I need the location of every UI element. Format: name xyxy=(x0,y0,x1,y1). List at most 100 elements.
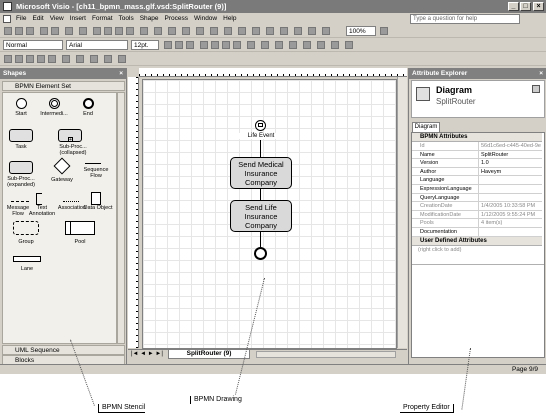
properties-icon[interactable] xyxy=(532,85,540,93)
line-weight-icon[interactable] xyxy=(289,41,297,49)
vertical-scrollbar[interactable] xyxy=(397,77,407,348)
copy-icon[interactable] xyxy=(104,27,112,35)
align-right-icon[interactable] xyxy=(222,41,230,49)
group-shape[interactable] xyxy=(13,221,39,235)
attribute-row[interactable]: ModificationDate 1/12/2005 9:55:24 PM xyxy=(412,210,542,220)
font-size-select[interactable]: 12pt. xyxy=(131,40,159,50)
new-icon[interactable] xyxy=(4,27,12,35)
menu-shape[interactable]: Shape xyxy=(137,13,162,25)
text-tool-icon[interactable] xyxy=(266,27,274,35)
section-bpmn-attributes[interactable]: BPMN Attributes xyxy=(412,133,542,142)
end-shape[interactable] xyxy=(83,98,94,109)
life-event-start[interactable] xyxy=(255,120,266,131)
pool-shape[interactable] xyxy=(65,221,95,235)
fill-color-icon[interactable] xyxy=(275,41,283,49)
help-icon[interactable] xyxy=(380,27,388,35)
redo-icon[interactable] xyxy=(154,27,162,35)
shadow-color-icon[interactable] xyxy=(331,41,339,49)
attribute-row[interactable]: Pools 4 item(s) xyxy=(412,219,542,228)
layers-icon[interactable] xyxy=(196,27,204,35)
sequence-flow-shape[interactable] xyxy=(85,163,101,164)
corner-rounding-icon[interactable] xyxy=(345,41,353,49)
menu-edit[interactable]: Edit xyxy=(29,13,46,25)
save-icon[interactable] xyxy=(26,27,34,35)
line-ends-icon[interactable] xyxy=(317,41,325,49)
menu-format[interactable]: Format xyxy=(89,13,116,25)
attribute-row[interactable]: Version 1.0 xyxy=(412,159,542,168)
print-icon[interactable] xyxy=(40,27,48,35)
subprocess-expanded-shape[interactable] xyxy=(9,161,33,174)
menu-insert[interactable]: Insert xyxy=(67,13,89,25)
attribute-row[interactable]: ExpressionLanguage xyxy=(412,185,542,194)
task-shape[interactable] xyxy=(9,129,33,142)
attribute-row[interactable]: Documentation xyxy=(412,228,542,237)
ellipse-tool-icon[interactable] xyxy=(308,27,316,35)
process-icon-1[interactable] xyxy=(4,55,12,63)
attribute-value[interactable]: Haveym xyxy=(478,167,542,176)
attribute-value[interactable] xyxy=(478,193,542,202)
intermediate-shape[interactable] xyxy=(49,98,60,109)
attribute-value[interactable]: SplitRouter xyxy=(478,150,542,159)
gateway-shape[interactable] xyxy=(53,157,71,175)
spelling-icon[interactable] xyxy=(65,27,73,35)
stencil-bpmn-element-set[interactable]: BPMN Element Set xyxy=(2,81,125,91)
maximize-button[interactable]: □ xyxy=(520,2,531,11)
page-nav-arrows[interactable]: |◄ ◄ ► ►| xyxy=(131,351,163,357)
connector-tool-icon[interactable] xyxy=(252,27,260,35)
process-icon-8[interactable] xyxy=(90,55,98,63)
hyperlink-icon[interactable] xyxy=(168,27,176,35)
attribute-value[interactable]: 4 item(s) xyxy=(478,219,542,228)
menu-view[interactable]: View xyxy=(47,13,67,25)
process-icon-9[interactable] xyxy=(104,55,112,63)
paste-icon[interactable] xyxy=(115,27,123,35)
justify-icon[interactable] xyxy=(233,41,241,49)
bold-icon[interactable] xyxy=(164,41,172,49)
undo-icon[interactable] xyxy=(140,27,148,35)
menu-process[interactable]: Process xyxy=(162,13,191,25)
line-tool-icon[interactable] xyxy=(280,27,288,35)
attribute-value[interactable]: 1.0 xyxy=(478,159,542,168)
start-shape[interactable] xyxy=(16,98,27,109)
attribute-row[interactable]: CreationDate 1/4/2005 10:33:58 PM xyxy=(412,202,542,211)
association-shape[interactable] xyxy=(63,201,79,202)
process-icon-3[interactable] xyxy=(26,55,34,63)
tab-diagram[interactable]: Diagram xyxy=(412,122,440,132)
lane-shape[interactable] xyxy=(13,256,41,262)
text-annotation-shape[interactable] xyxy=(36,193,42,205)
preview-icon[interactable] xyxy=(51,27,59,35)
sequence-flow-2[interactable] xyxy=(260,189,261,200)
attribute-row[interactable]: Language xyxy=(412,176,542,185)
pencil-tool-icon[interactable] xyxy=(322,27,330,35)
line-color-icon[interactable] xyxy=(261,41,269,49)
connector-icon[interactable] xyxy=(224,27,232,35)
close-button[interactable]: × xyxy=(533,2,544,11)
message-flow-shape[interactable] xyxy=(11,201,29,202)
data-object-shape[interactable] xyxy=(91,192,101,205)
attribute-value[interactable]: 1/4/2005 10:33:58 PM xyxy=(478,202,542,211)
process-icon-7[interactable] xyxy=(76,55,84,63)
attribute-value[interactable] xyxy=(478,176,542,185)
stencil-uml-sequence[interactable]: UML Sequence xyxy=(2,345,125,355)
menu-tools[interactable]: Tools xyxy=(116,13,137,25)
document-icon[interactable] xyxy=(3,15,11,23)
horizontal-scrollbar[interactable] xyxy=(256,351,396,358)
menu-window[interactable]: Window xyxy=(191,13,220,25)
attribute-row[interactable]: QueryLanguage xyxy=(412,193,542,203)
process-icon-2[interactable] xyxy=(15,55,23,63)
pointer-tool-icon[interactable] xyxy=(238,27,246,35)
menu-help[interactable]: Help xyxy=(220,13,239,25)
attribute-value[interactable] xyxy=(478,185,542,193)
task-send-life[interactable]: Send Life Insurance Company xyxy=(230,200,292,232)
close-panel-icon[interactable]: × xyxy=(119,68,123,79)
process-icon-10[interactable] xyxy=(118,55,126,63)
task-send-medical[interactable]: Send Medical Insurance Company xyxy=(230,157,292,189)
underline-icon[interactable] xyxy=(186,41,194,49)
end-event[interactable] xyxy=(254,247,267,260)
drawing-page[interactable]: Life Event Send Medical Insurance Compan… xyxy=(142,79,397,349)
process-icon-5[interactable] xyxy=(48,55,56,63)
line-pattern-icon[interactable] xyxy=(303,41,311,49)
section-user-defined[interactable]: User Defined Attributes xyxy=(412,237,542,246)
open-icon[interactable] xyxy=(15,27,23,35)
zoom-select[interactable]: 100% xyxy=(346,26,376,36)
align-center-icon[interactable] xyxy=(211,41,219,49)
